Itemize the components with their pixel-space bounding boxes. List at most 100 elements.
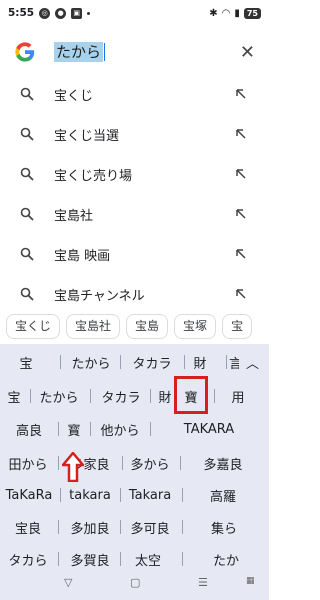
keyboard-switch-icon[interactable]: ▦ xyxy=(246,576,255,586)
divider xyxy=(90,422,91,436)
candidate[interactable]: タカラ xyxy=(126,353,178,372)
candidate-row: タカら 多賀良 太空 たか xyxy=(0,549,269,569)
list-item[interactable]: 宝島 映画 xyxy=(0,234,269,274)
clear-icon[interactable]: ✕ xyxy=(240,42,255,63)
suggestion-text: 宝くじ xyxy=(54,88,94,104)
candidate[interactable]: Takara xyxy=(124,488,176,503)
divider xyxy=(122,456,123,470)
home-icon[interactable]: ▢ xyxy=(130,576,140,589)
suggestion-text: 宝くじ当選 xyxy=(54,128,120,144)
bluetooth-icon: ✱ xyxy=(209,7,218,19)
suggestion-text: 宝島社 xyxy=(54,208,94,224)
chip[interactable]: 宝塚 xyxy=(174,314,217,339)
list-item[interactable]: 宝島チャンネル xyxy=(0,274,269,314)
search-icon xyxy=(20,207,34,221)
google-logo-icon xyxy=(15,42,35,62)
keyboard-hide-icon[interactable]: ▽ xyxy=(64,576,72,589)
candidate[interactable]: 高良 xyxy=(8,420,50,439)
recents-icon[interactable]: ☰ xyxy=(198,576,208,589)
suggestion-list: 宝くじ 宝くじ当選 宝くじ売り場 宝島社 宝島 映画 宝島チャンネル xyxy=(0,74,269,314)
chip[interactable]: 宝くじ xyxy=(6,314,61,339)
divider xyxy=(180,456,181,470)
divider xyxy=(182,552,183,566)
candidate[interactable]: TaKaRa xyxy=(2,488,56,503)
divider xyxy=(58,422,59,436)
list-item[interactable]: 宝島社 xyxy=(0,194,269,234)
divider xyxy=(120,488,121,502)
search-icon xyxy=(20,127,34,141)
candidate[interactable]: たから xyxy=(34,387,84,406)
candidate[interactable]: 集ら xyxy=(204,518,244,537)
divider xyxy=(120,355,121,369)
candidate-row: 田から 多家良 多から 多嘉良 xyxy=(0,453,269,473)
search-input[interactable]: たから xyxy=(54,42,104,62)
candidate[interactable]: たから xyxy=(66,353,116,372)
candidate[interactable]: takara xyxy=(64,488,116,503)
app-notification-icon: ▣ xyxy=(71,7,83,19)
candidate[interactable]: 多から xyxy=(126,454,174,473)
signal-icon: ▮ xyxy=(234,7,240,19)
candidate[interactable]: TAKARA xyxy=(176,422,242,437)
text-caret xyxy=(104,43,106,61)
list-item[interactable]: 宝くじ当選 xyxy=(0,114,269,154)
candidate[interactable]: 田から xyxy=(4,454,52,473)
search-icon xyxy=(20,87,34,101)
list-item[interactable]: 宝くじ売り場 xyxy=(0,154,269,194)
divider xyxy=(184,355,185,369)
fill-query-arrow-icon[interactable] xyxy=(235,248,247,260)
messenger-icon: ◎ xyxy=(39,7,51,19)
more-notifications-dot xyxy=(87,11,91,15)
line-icon: ● xyxy=(55,7,67,19)
candidate[interactable]: 多加良 xyxy=(64,518,116,537)
candidate-row: 宝 たから タカラ 財 寶 用 xyxy=(0,386,269,406)
divider xyxy=(120,520,121,534)
candidate[interactable]: 寳 xyxy=(64,420,84,439)
candidate[interactable]: たか xyxy=(206,550,246,569)
fill-query-arrow-icon[interactable] xyxy=(235,168,247,180)
candidate[interactable]: 太空 xyxy=(128,550,168,569)
divider xyxy=(182,520,183,534)
suggestion-text: 宝島チャンネル xyxy=(54,288,145,304)
wifi-icon: ◠ xyxy=(221,7,231,19)
candidate[interactable]: 財 xyxy=(190,353,210,372)
candidate[interactable]: 多嘉良 xyxy=(196,454,250,473)
chip[interactable]: 宝島 xyxy=(126,314,169,339)
chevron-up-icon[interactable]: ︿ xyxy=(246,353,259,372)
candidate[interactable]: 用 xyxy=(226,387,250,406)
fill-query-arrow-icon[interactable] xyxy=(235,288,247,300)
fill-query-arrow-icon[interactable] xyxy=(235,88,247,100)
divider xyxy=(58,520,59,534)
candidate-row: 高良 寳 他から TAKARA xyxy=(0,419,269,439)
candidate[interactable]: 高羅 xyxy=(200,486,246,505)
candidate[interactable]: 宝 xyxy=(14,353,38,372)
search-bar[interactable]: たから ✕ xyxy=(0,30,269,74)
search-icon xyxy=(20,247,34,261)
fill-query-arrow-icon[interactable] xyxy=(235,208,247,220)
divider xyxy=(60,488,61,502)
candidate[interactable]: タカラ xyxy=(96,387,146,406)
candidate-row: TaKaRa takara Takara 高羅 xyxy=(0,485,269,505)
divider xyxy=(30,389,31,403)
candidate[interactable]: 多可良 xyxy=(124,518,176,537)
divider xyxy=(90,389,91,403)
suggestion-text: 宝島 映画 xyxy=(54,248,111,264)
suggestion-chips: 宝くじ 宝島社 宝島 宝塚 宝 xyxy=(0,314,269,344)
search-icon xyxy=(20,167,34,181)
divider xyxy=(150,389,151,403)
candidate[interactable]: 言 xyxy=(229,353,239,372)
divider xyxy=(182,488,183,502)
chip[interactable]: 宝島社 xyxy=(66,314,121,339)
candidate[interactable]: 多賀良 xyxy=(64,550,116,569)
candidate[interactable]: 宝良 xyxy=(8,518,48,537)
arrow-up-annotation-icon xyxy=(62,452,84,482)
divider xyxy=(58,552,59,566)
fill-query-arrow-icon[interactable] xyxy=(235,128,247,140)
candidate[interactable]: 宝 xyxy=(4,387,24,406)
candidate[interactable]: タカら xyxy=(4,550,52,569)
candidate[interactable]: 財 xyxy=(155,387,175,406)
list-item[interactable]: 宝くじ xyxy=(0,74,269,114)
battery-indicator: 75 xyxy=(243,7,261,19)
candidate-row-top: 宝 たから タカラ 財 言 ︿ xyxy=(0,352,269,372)
chip[interactable]: 宝 xyxy=(222,314,253,339)
candidate[interactable]: 他から xyxy=(96,420,144,439)
